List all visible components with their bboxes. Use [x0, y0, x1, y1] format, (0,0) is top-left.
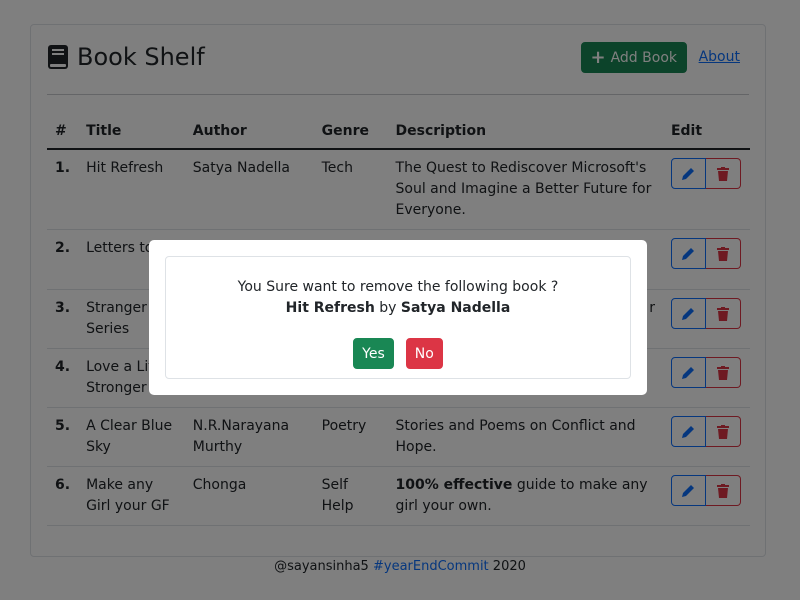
delete-confirm-modal: You Sure want to remove the following bo…: [149, 240, 647, 395]
modal-body: You Sure want to remove the following bo…: [165, 256, 631, 379]
modal-buttons: Yes No: [166, 338, 630, 369]
yes-button[interactable]: Yes: [353, 338, 394, 369]
confirm-book-line: Hit Refresh by Satya Nadella: [166, 298, 630, 319]
confirm-question: You Sure want to remove the following bo…: [237, 279, 559, 295]
confirm-by: by: [379, 300, 397, 316]
confirm-book-author: Satya Nadella: [400, 300, 511, 316]
no-button[interactable]: No: [405, 338, 443, 369]
confirm-book-title: Hit Refresh: [285, 300, 375, 316]
